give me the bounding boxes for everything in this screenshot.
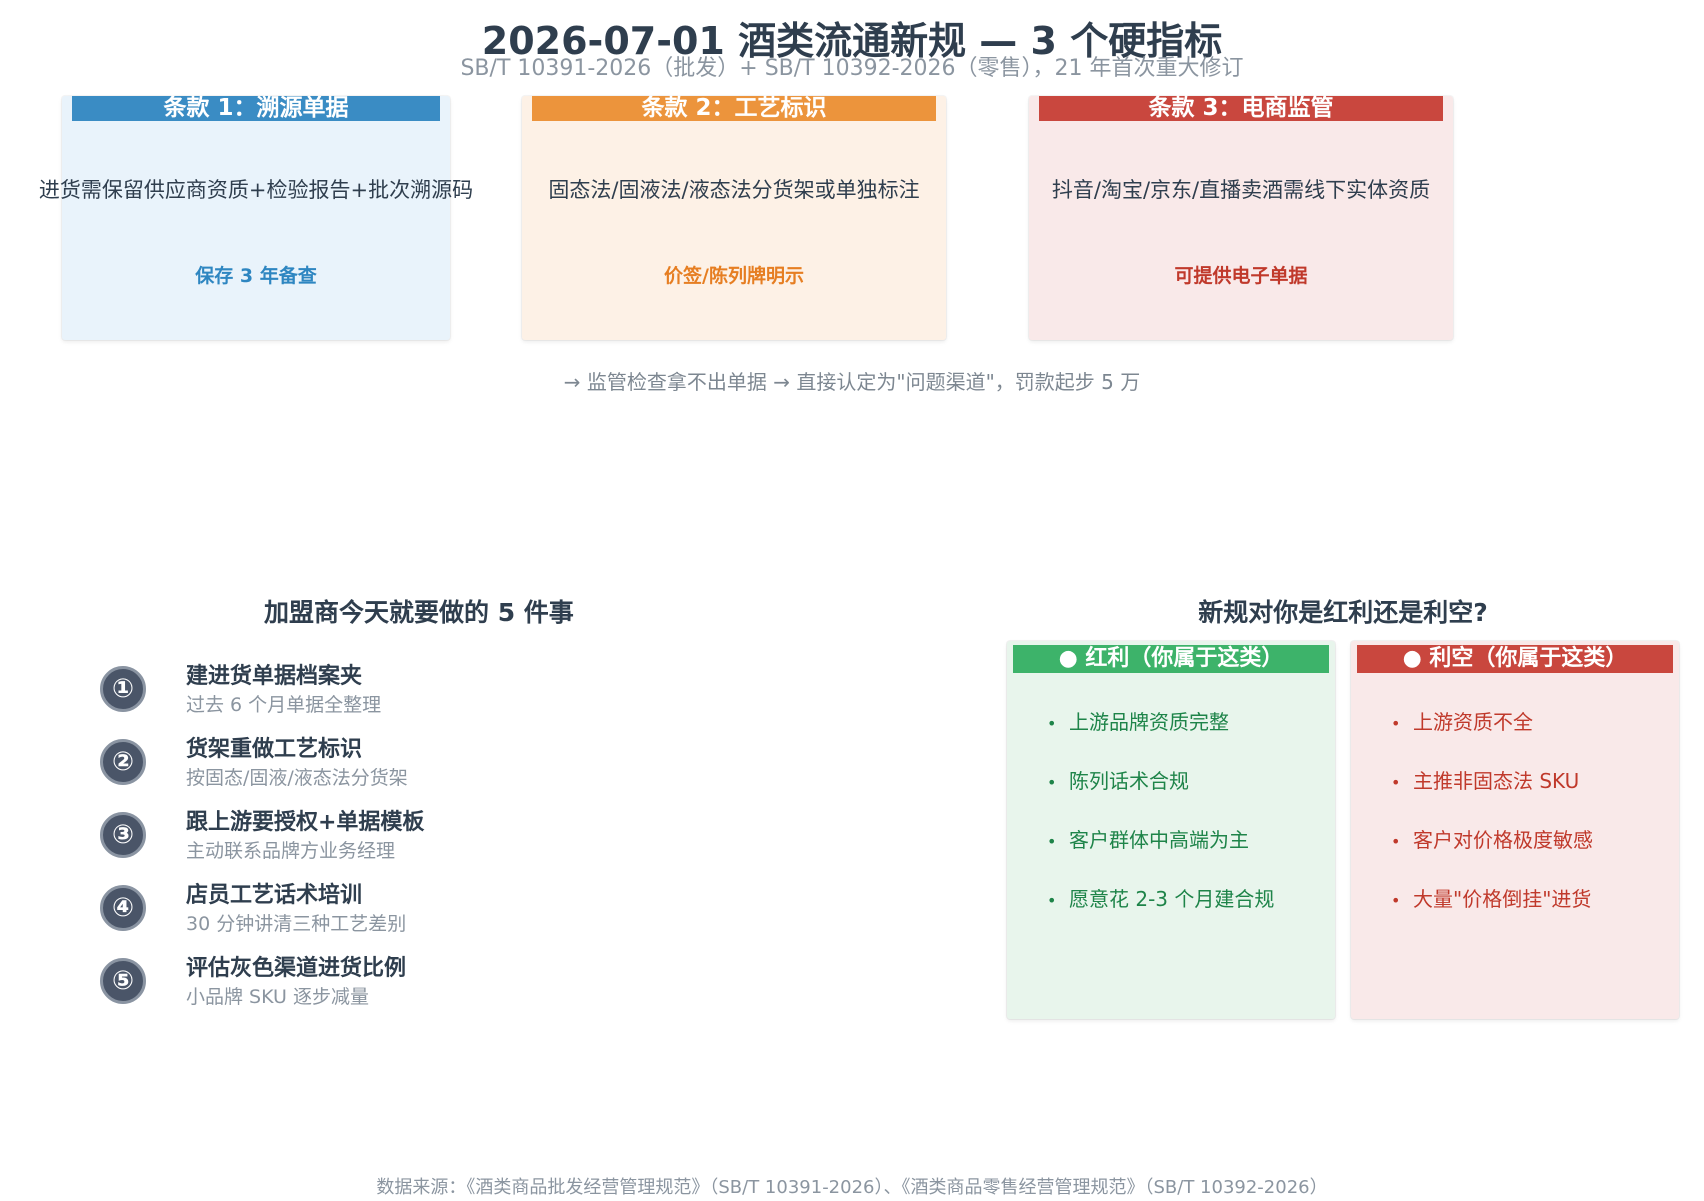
clause-card-header: 条款 2：工艺标识 [532, 96, 936, 121]
clause-card-3: 条款 3：电商监管 抖音/淘宝/京东/直播卖酒需线下实体资质 可提供电子单据 [1029, 96, 1453, 340]
clause-card-body: 抖音/淘宝/京东/直播卖酒需线下实体资质 [1051, 178, 1431, 202]
list-item-text: 上游品牌资质完整 [1069, 710, 1229, 734]
clause-card-header: 条款 3：电商监管 [1039, 96, 1443, 121]
cons-list: • 上游资质不全 • 主推非固态法 SKU • 客户对价格极度敏感 • 大量"价格倒挂"… [1391, 709, 1593, 945]
bullet-icon: • [1391, 891, 1401, 910]
pros-panel: ● 红利（你属于这类） • 上游品牌资质完整 • 陈列话术合规 • 客户群体中高端为主… [1007, 641, 1335, 1019]
list-item-text: 愿意花 2-3 个月建合规 [1069, 887, 1275, 911]
list-item-text: 陈列话术合规 [1069, 769, 1189, 793]
todo-item-title: 跟上游要授权+单据模板 [186, 810, 425, 835]
clause-card-1: 条款 1：溯源单据 进货需保留供应商资质+检验报告+批次溯源码 保存 3 年备查 [39, 96, 473, 340]
page-subtitle: SB/T 10391-2026（批发）+ SB/T 10392-2026（零售）… [460, 56, 1244, 81]
bullet-icon: • [1047, 832, 1057, 851]
clause-card-foot: 保存 3 年备查 [195, 265, 317, 287]
list-item: • 客户对价格极度敏感 [1391, 827, 1593, 886]
todo-number-badge: ⑤ [100, 958, 146, 1004]
bullet-icon: • [1047, 714, 1057, 733]
todo-item-subtitle: 30 分钟讲清三种工艺差别 [186, 913, 407, 935]
list-item-text: 大量"价格倒挂"进货 [1413, 887, 1592, 911]
bullet-icon: • [1391, 714, 1401, 733]
list-item: • 陈列话术合规 [1047, 768, 1274, 827]
verdict-section-title: 新规对你是红利还是利空? [1198, 598, 1488, 627]
todo-section-title: 加盟商今天就要做的 5 件事 [264, 598, 574, 627]
todo-number-badge: ① [100, 666, 146, 712]
clause-card-2: 条款 2：工艺标识 固态法/固液法/液态法分货架或单独标注 价签/陈列牌明示 [522, 96, 946, 340]
list-item: • 主推非固态法 SKU [1391, 768, 1593, 827]
list-item-text: 客户对价格极度敏感 [1413, 828, 1593, 852]
todo-item-title: 建进货单据档案夹 [186, 664, 363, 689]
todo-number-badge: ④ [100, 885, 146, 931]
pros-list: • 上游品牌资质完整 • 陈列话术合规 • 客户群体中高端为主 • 愿意花 2-3 个月… [1047, 709, 1274, 945]
bullet-icon: • [1047, 773, 1057, 792]
list-item: • 上游资质不全 [1391, 709, 1593, 768]
todo-item-subtitle: 主动联系品牌方业务经理 [186, 840, 396, 862]
penalty-warning: → 监管检查拿不出单据 → 直接认定为"问题渠道"，罚款起步 5 万 [563, 370, 1141, 394]
clause-card-foot: 价签/陈列牌明示 [664, 265, 804, 287]
data-source-note: 数据来源：《酒类商品批发经营管理规范》（SB/T 10391-2026）、《酒类… [376, 1177, 1328, 1198]
cons-panel-header: ● 利空（你属于这类） [1357, 645, 1673, 673]
list-item: • 上游品牌资质完整 [1047, 709, 1274, 768]
list-item: • 愿意花 2-3 个月建合规 [1047, 886, 1274, 945]
todo-number-badge: ② [100, 739, 146, 785]
list-item-text: 主推非固态法 SKU [1413, 769, 1580, 793]
todo-item-title: 店员工艺话术培训 [186, 883, 363, 908]
todo-item-title: 评估灰色渠道进货比例 [186, 956, 407, 981]
clause-card-body: 固态法/固液法/液态法分货架或单独标注 [548, 178, 920, 202]
todo-number-badge: ③ [100, 812, 146, 858]
bullet-icon: • [1047, 891, 1057, 910]
cons-panel: ● 利空（你属于这类） • 上游资质不全 • 主推非固态法 SKU • 客户对价格极度… [1351, 641, 1679, 1019]
todo-item-subtitle: 过去 6 个月单据全整理 [186, 694, 382, 716]
todo-item-subtitle: 小品牌 SKU 逐步减量 [186, 986, 369, 1008]
clause-card-foot: 可提供电子单据 [1174, 265, 1308, 287]
list-item-text: 客户群体中高端为主 [1069, 828, 1249, 852]
clause-card-header: 条款 1：溯源单据 [72, 96, 440, 121]
list-item-text: 上游资质不全 [1413, 710, 1533, 734]
todo-item-title: 货架重做工艺标识 [186, 737, 363, 762]
bullet-icon: • [1391, 832, 1401, 851]
clause-card-body: 进货需保留供应商资质+检验报告+批次溯源码 [38, 178, 474, 202]
bullet-icon: • [1391, 773, 1401, 792]
pros-panel-header: ● 红利（你属于这类） [1013, 645, 1329, 673]
list-item: • 大量"价格倒挂"进货 [1391, 886, 1593, 945]
list-item: • 客户群体中高端为主 [1047, 827, 1274, 886]
todo-item-subtitle: 按固态/固液/液态法分货架 [186, 767, 408, 789]
